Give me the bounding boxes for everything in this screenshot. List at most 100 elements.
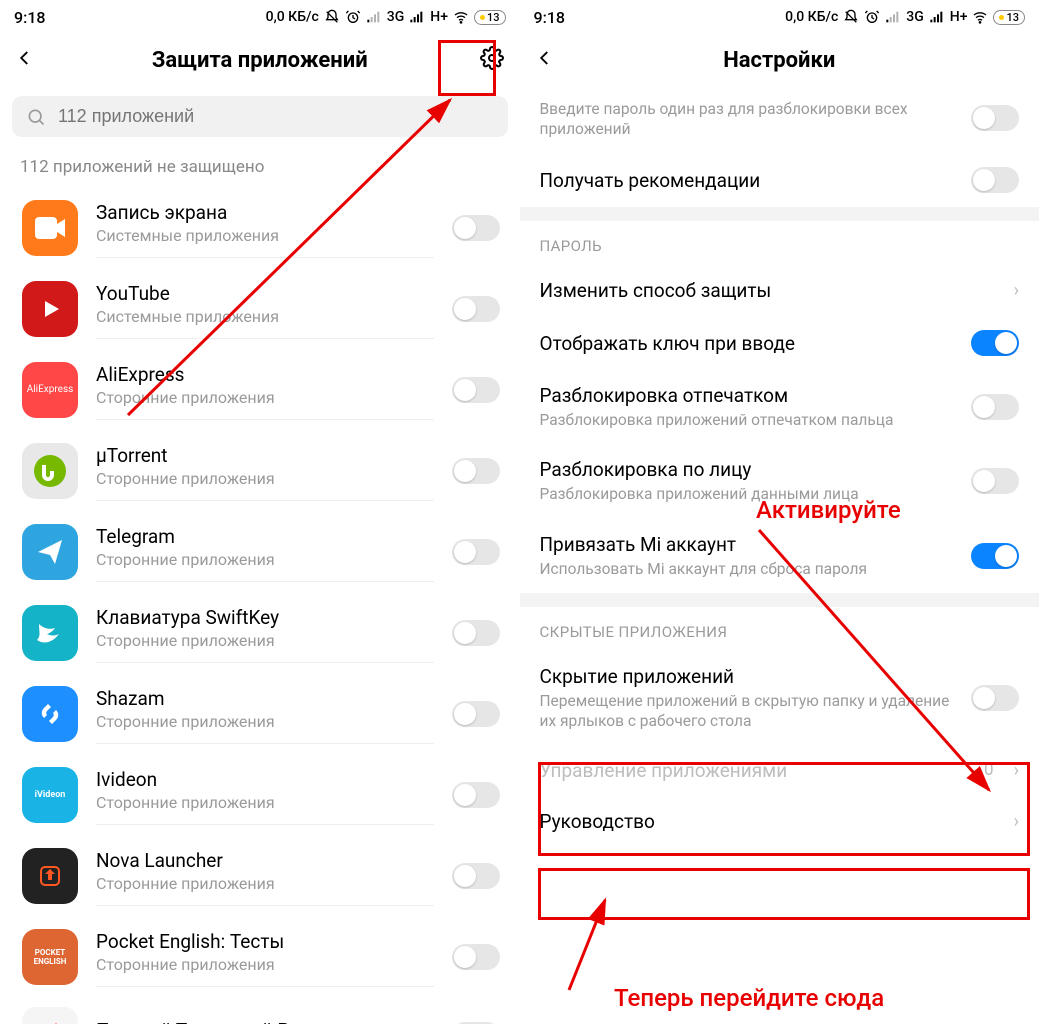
app-toggle[interactable] [452,620,500,646]
status-net1: 3G [387,9,405,25]
app-name: Telegram [96,525,434,548]
app-name: Nova Launcher [96,849,434,872]
app-icon: iVideon [22,767,78,823]
app-toggle[interactable] [452,863,500,889]
signal-icon [885,9,901,25]
guide-title: Руководство [540,810,1000,833]
app-icon: POCKETENGLISH [22,929,78,985]
guide-row[interactable]: Руководство › [520,796,1039,839]
app-name: YouTube [96,282,434,305]
app-row[interactable]: µTorrent Сторонние приложения [0,430,520,511]
do-not-disturb-icon [843,9,859,25]
app-row[interactable]: Telegram Сторонние приложения [0,511,520,592]
status-net1: 3G [906,9,924,25]
app-toggle[interactable] [452,944,500,970]
fingerprint-sub: Разблокировка приложений отпечатком паль… [540,410,958,430]
mi-toggle[interactable] [971,543,1019,569]
signal2-icon [929,9,945,25]
search-icon [26,107,46,127]
wifi-icon [453,9,469,25]
recommendations-toggle[interactable] [971,167,1019,193]
app-sub: Системные приложения [96,307,434,326]
recommendations-row[interactable]: Получать рекомендации [520,153,1039,207]
show-key-title: Отображать ключ при вводе [540,332,958,355]
app-row[interactable]: YouTube Системные приложения [0,268,520,349]
app-toggle[interactable] [452,215,500,241]
back-button[interactable] [536,49,566,71]
group-unlock-toggle[interactable] [971,105,1019,131]
app-row[interactable]: Клавиатура SwiftKey Сторонние приложения [0,592,520,673]
change-method-title: Изменить способ защиты [540,279,1000,302]
battery-badge: 13 [993,10,1025,25]
mi-title: Привязать Mi аккаунт [540,533,958,556]
app-toggle[interactable] [452,539,500,565]
face-toggle[interactable] [971,468,1019,494]
manage-count: 0 [984,760,994,780]
fingerprint-row[interactable]: Разблокировка отпечатком Разблокировка п… [520,370,1039,444]
hide-sub: Перемещение приложений в скрытую папку и… [540,691,958,731]
gear-icon [480,46,504,70]
face-sub: Разблокировка приложений данными лица [540,484,958,504]
app-icon [22,524,78,580]
app-sub: Сторонние приложения [96,469,434,488]
hide-toggle[interactable] [971,685,1019,711]
back-button[interactable] [16,49,46,71]
search-input[interactable] [58,106,494,127]
app-row[interactable]: Запись экрана Системные приложения [0,187,520,268]
app-icon [22,1007,78,1024]
status-data-rate: 0,0 КБ/с [266,9,319,25]
app-icon [22,686,78,742]
status-bar: 9:18 0,0 КБ/с 3G H+ 13 [0,0,520,30]
app-row[interactable]: AliExpress AliExpress Сторонние приложен… [0,349,520,430]
app-toggle[interactable] [452,782,500,808]
app-name: Pocket English: Тесты [96,930,434,953]
app-name: Простой Текстовый Редакт… [96,1019,434,1024]
settings-button[interactable] [474,46,504,74]
face-row[interactable]: Разблокировка по лицу Разблокировка прил… [520,444,1039,518]
search-box[interactable] [12,96,508,137]
app-toggle[interactable] [452,296,500,322]
alarm-icon [864,9,880,25]
app-row[interactable]: iVideon Ivideon Сторонние приложения [0,754,520,835]
app-sub: Сторонние приложения [96,712,434,731]
mi-account-row[interactable]: Привязать Mi аккаунт Использовать Mi акк… [520,519,1039,593]
app-row[interactable]: POCKETENGLISH Pocket English: Тесты Стор… [0,916,520,997]
app-icon [22,848,78,904]
hide-apps-row[interactable]: Скрытие приложений Перемещение приложени… [520,651,1039,745]
page-title: Настройки [566,48,994,73]
divider [520,593,1039,607]
fingerprint-toggle[interactable] [971,394,1019,420]
wifi-icon [972,9,988,25]
app-toggle[interactable] [452,701,500,727]
signal2-icon [409,9,425,25]
section-password: ПАРОЛЬ [520,221,1039,265]
app-name: µTorrent [96,444,434,467]
do-not-disturb-icon [324,9,340,25]
show-key-row[interactable]: Отображать ключ при вводе [520,316,1039,370]
app-row[interactable]: Shazam Сторонние приложения [0,673,520,754]
alarm-icon [345,9,361,25]
section-hidden: СКРЫТЫЕ ПРИЛОЖЕНИЯ [520,607,1039,651]
app-row[interactable]: Простой Текстовый Редакт… [0,997,520,1024]
mi-sub: Использовать Mi аккаунт для сброса парол… [540,559,958,579]
battery-badge: 13 [474,10,506,25]
app-toggle[interactable] [452,458,500,484]
unprotected-caption: 112 приложений не защищено [0,149,520,187]
app-name: Запись экрана [96,201,434,224]
header: Настройки [520,30,1039,90]
app-toggle[interactable] [452,377,500,403]
app-sub: Сторонние приложения [96,874,434,893]
signal-icon [366,9,382,25]
app-icon [22,605,78,661]
show-key-toggle[interactable] [971,330,1019,356]
group-unlock-row[interactable]: Введите пароль один раз для разблокировк… [520,90,1039,153]
app-sub: Сторонние приложения [96,631,434,650]
app-sub: Сторонние приложения [96,793,434,812]
app-row[interactable]: Nova Launcher Сторонние приложения [0,835,520,916]
status-bar: 9:18 0,0 КБ/с 3G H+ 13 [520,0,1039,30]
manage-apps-row[interactable]: Управление приложениями 0 › [520,745,1039,796]
change-method-row[interactable]: Изменить способ защиты › [520,265,1039,316]
app-sub: Сторонние приложения [96,955,434,974]
app-name: Ivideon [96,768,434,791]
status-data-rate: 0,0 КБ/с [785,9,838,25]
